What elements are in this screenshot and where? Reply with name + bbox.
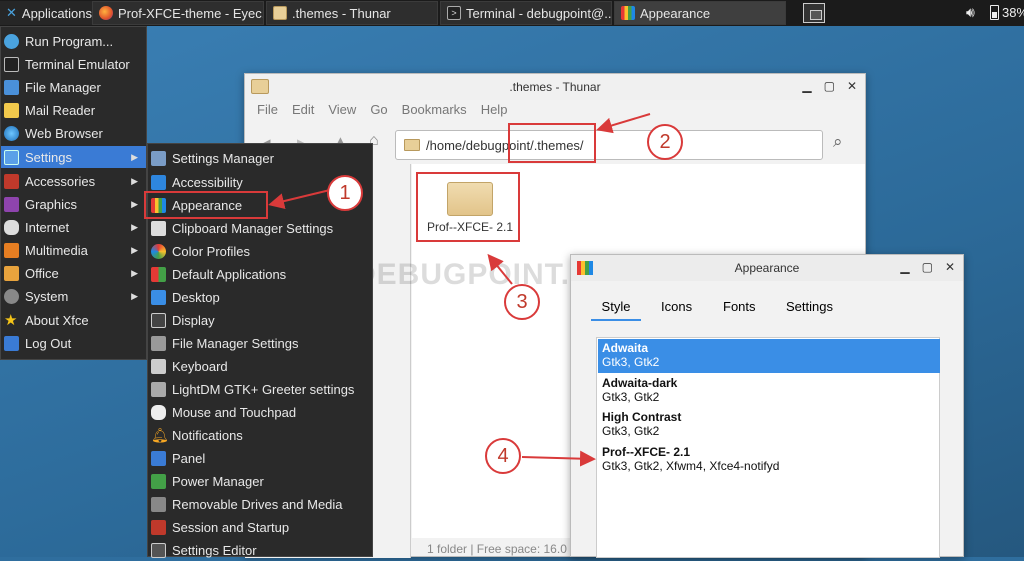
annotation-circle-3: 3 — [504, 284, 540, 320]
annotation-circle-2: 2 — [647, 124, 683, 160]
arrow-2 — [596, 113, 651, 134]
annotation-arrows — [268, 113, 651, 467]
annotation-circle-4: 4 — [485, 438, 521, 474]
arrow-1 — [268, 189, 331, 209]
arrow-3 — [487, 253, 513, 285]
annotation-circle-1: 1 — [327, 175, 363, 211]
arrow-4 — [521, 450, 596, 467]
